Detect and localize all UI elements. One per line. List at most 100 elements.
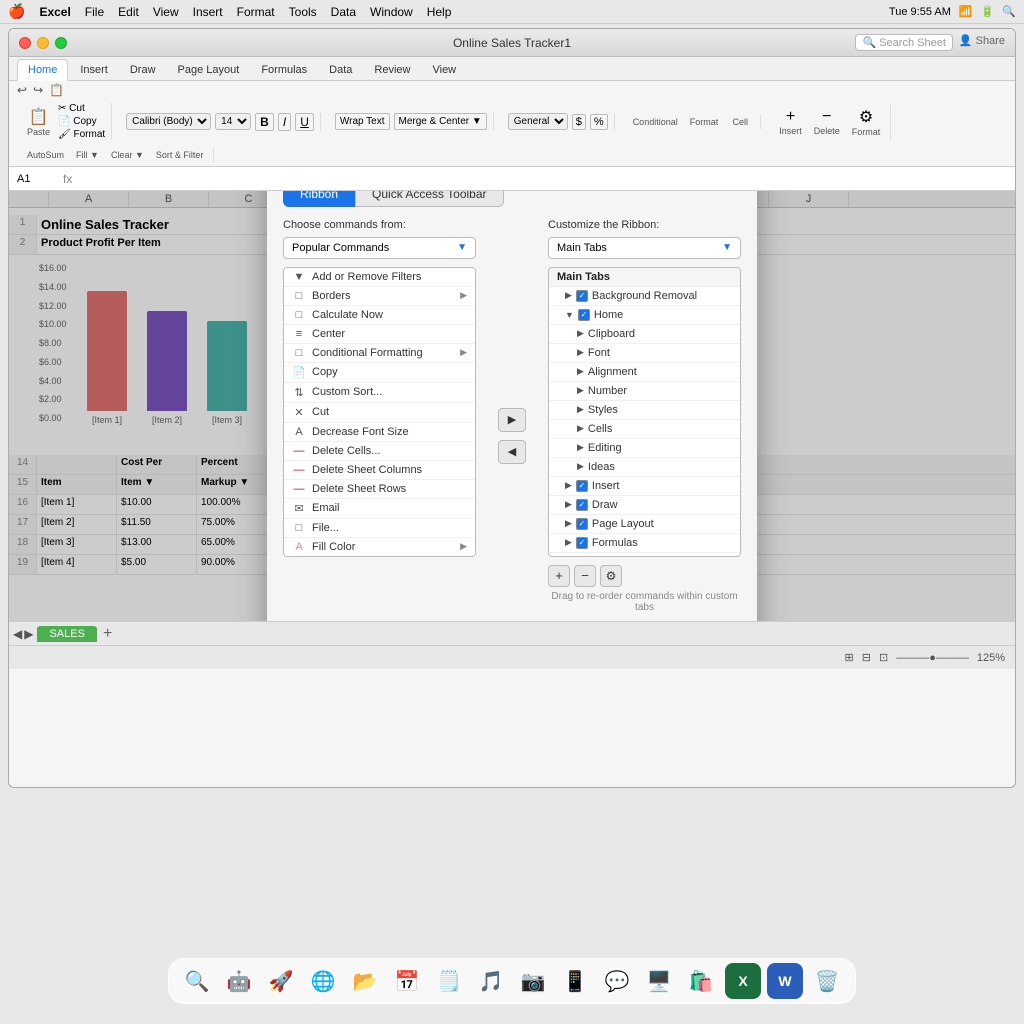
fill-btn[interactable]: Fill ▼	[72, 148, 103, 162]
cmd-custom-sort[interactable]: ⇅ Custom Sort...	[284, 383, 475, 403]
gear-btn[interactable]: ⚙	[600, 565, 622, 587]
menu-window[interactable]: Window	[370, 5, 413, 19]
remove-tab-btn[interactable]: −	[574, 565, 596, 587]
ribbon-tree[interactable]: Main Tabs ▶ ✓ Background Removal ▼ ✓ Hom…	[548, 267, 741, 557]
view-layout-icon[interactable]: ⊟	[862, 651, 871, 664]
cut-btn[interactable]: ✂ Cut	[58, 103, 105, 114]
autosum-btn[interactable]: AutoSum	[23, 148, 68, 162]
tree-item-home[interactable]: ▼ ✓ Home	[549, 306, 740, 325]
tree-item-cells[interactable]: ▶ Cells	[549, 420, 740, 439]
format-cells-btn[interactable]: ⚙ Format	[848, 105, 885, 139]
tree-item-clipboard[interactable]: ▶ Clipboard	[549, 325, 740, 344]
cmd-fill-color[interactable]: A Fill Color ▶	[284, 538, 475, 557]
tab-review[interactable]: Review	[364, 60, 420, 80]
italic-btn[interactable]: I	[278, 113, 291, 131]
dock-notes[interactable]: 🗒️	[431, 963, 467, 999]
sort-filter-btn[interactable]: Sort & Filter	[152, 148, 208, 162]
wrap-text-btn[interactable]: Wrap Text	[335, 113, 390, 130]
customize-ribbon-dropdown[interactable]: Main Tabs ▼	[548, 237, 741, 259]
commands-from-dropdown[interactable]: Popular Commands ▼	[283, 237, 476, 259]
dock-photos[interactable]: 📷	[515, 963, 551, 999]
tab-insert[interactable]: Insert	[70, 60, 118, 80]
menu-tools[interactable]: Tools	[289, 5, 317, 19]
dock-launchpad[interactable]: 🚀	[263, 963, 299, 999]
menu-view[interactable]: View	[153, 5, 179, 19]
tree-item-insert[interactable]: ▶ ✓ Insert	[549, 477, 740, 496]
dock-calendar[interactable]: 📅	[389, 963, 425, 999]
dock-skype[interactable]: 🖥️	[641, 963, 677, 999]
add-tab-btn[interactable]: +	[548, 565, 570, 587]
menu-edit[interactable]: Edit	[118, 5, 139, 19]
merge-center-btn[interactable]: Merge & Center ▼	[394, 113, 487, 130]
tree-check-icon[interactable]: ✓	[578, 309, 590, 321]
insert-cells-btn[interactable]: + Insert	[775, 106, 806, 138]
conditional-format-btn[interactable]: Conditional	[629, 115, 682, 129]
menu-help[interactable]: Help	[427, 5, 452, 19]
percent-btn[interactable]: %	[590, 114, 608, 130]
tree-item-formulas[interactable]: ▶ ✓ Formulas	[549, 534, 740, 553]
tree-check-icon[interactable]: ✓	[576, 480, 588, 492]
remove-from-ribbon-btn[interactable]: ◀	[498, 440, 526, 464]
font-family-select[interactable]: Calibri (Body)	[126, 113, 211, 130]
cmd-delete-rows[interactable]: — Delete Sheet Rows	[284, 480, 475, 499]
tree-item-background-removal[interactable]: ▶ ✓ Background Removal	[549, 287, 740, 306]
cmd-delete-columns[interactable]: — Delete Sheet Columns	[284, 461, 475, 480]
close-button[interactable]	[19, 37, 31, 49]
dialog-tab-ribbon[interactable]: Ribbon	[283, 191, 355, 207]
tree-check-icon[interactable]: ✓	[576, 556, 588, 557]
menu-excel[interactable]: Excel	[39, 5, 70, 19]
cmd-conditional-formatting[interactable]: □ Conditional Formatting ▶	[284, 344, 475, 363]
tab-home[interactable]: Home	[17, 59, 68, 81]
tree-item-ideas[interactable]: ▶ Ideas	[549, 458, 740, 477]
format-as-table-btn[interactable]: Format	[686, 115, 723, 129]
menu-file[interactable]: File	[85, 5, 104, 19]
view-page-icon[interactable]: ⊡	[879, 651, 888, 664]
dock-itunes[interactable]: 🎵	[473, 963, 509, 999]
tree-item-data[interactable]: ▶ ✓ Data	[549, 553, 740, 557]
paste-icon[interactable]: 📋	[49, 83, 64, 97]
dock-facetime[interactable]: 📱	[557, 963, 593, 999]
format-btn[interactable]: 🖌 Format	[58, 129, 105, 140]
cmd-cut[interactable]: ✕ Cut	[284, 403, 475, 423]
commands-list[interactable]: ▼ Add or Remove Filters □ Borders ▶ □	[283, 267, 476, 557]
underline-btn[interactable]: U	[295, 113, 314, 131]
cmd-calculate-now[interactable]: □ Calculate Now	[284, 306, 475, 325]
cell-reference[interactable]: A1	[17, 173, 57, 185]
dock-finder[interactable]: 🔍	[179, 963, 215, 999]
dock-trash[interactable]: 🗑️	[809, 963, 845, 999]
copy-btn[interactable]: 📄 Copy	[58, 116, 105, 127]
tab-view[interactable]: View	[422, 60, 466, 80]
next-sheet-btn[interactable]: ▶	[24, 627, 33, 641]
dock-excel[interactable]: X	[725, 963, 761, 999]
menu-data[interactable]: Data	[331, 5, 356, 19]
cell-styles-btn[interactable]: Cell	[726, 115, 754, 129]
dock-safari[interactable]: 🌐	[305, 963, 341, 999]
paste-btn[interactable]: 📋 Paste	[23, 105, 54, 139]
tree-item-editing[interactable]: ▶ Editing	[549, 439, 740, 458]
tab-draw[interactable]: Draw	[120, 60, 166, 80]
tab-formulas[interactable]: Formulas	[251, 60, 317, 80]
tab-page-layout[interactable]: Page Layout	[168, 60, 250, 80]
minimize-button[interactable]	[37, 37, 49, 49]
tree-item-page-layout[interactable]: ▶ ✓ Page Layout	[549, 515, 740, 534]
cmd-delete-cells[interactable]: — Delete Cells...	[284, 442, 475, 461]
tree-check-icon[interactable]: ✓	[576, 290, 588, 302]
tree-check-icon[interactable]: ✓	[576, 518, 588, 530]
tree-item-alignment[interactable]: ▶ Alignment	[549, 363, 740, 382]
cmd-email[interactable]: ✉ Email	[284, 499, 475, 519]
delete-cells-btn[interactable]: − Delete	[810, 106, 844, 138]
clear-btn[interactable]: Clear ▼	[107, 148, 148, 162]
dock-siri[interactable]: 🤖	[221, 963, 257, 999]
dock-finder2[interactable]: 📂	[347, 963, 383, 999]
cmd-file[interactable]: □ File...	[284, 519, 475, 538]
cmd-decrease-font[interactable]: A Decrease Font Size	[284, 423, 475, 442]
cmd-center[interactable]: ≡ Center	[284, 325, 475, 344]
sheet-tab-sales[interactable]: SALES	[37, 626, 96, 642]
cmd-add-remove-filters[interactable]: ▼ Add or Remove Filters	[284, 268, 475, 287]
maximize-button[interactable]	[55, 37, 67, 49]
share-button[interactable]: 👤 Share	[959, 34, 1005, 51]
apple-logo-icon[interactable]: 🍎	[8, 3, 25, 20]
dialog-tab-quick-access[interactable]: Quick Access Toolbar	[355, 191, 504, 207]
undo-icon[interactable]: ↩	[17, 83, 27, 97]
menu-format[interactable]: Format	[237, 5, 275, 19]
